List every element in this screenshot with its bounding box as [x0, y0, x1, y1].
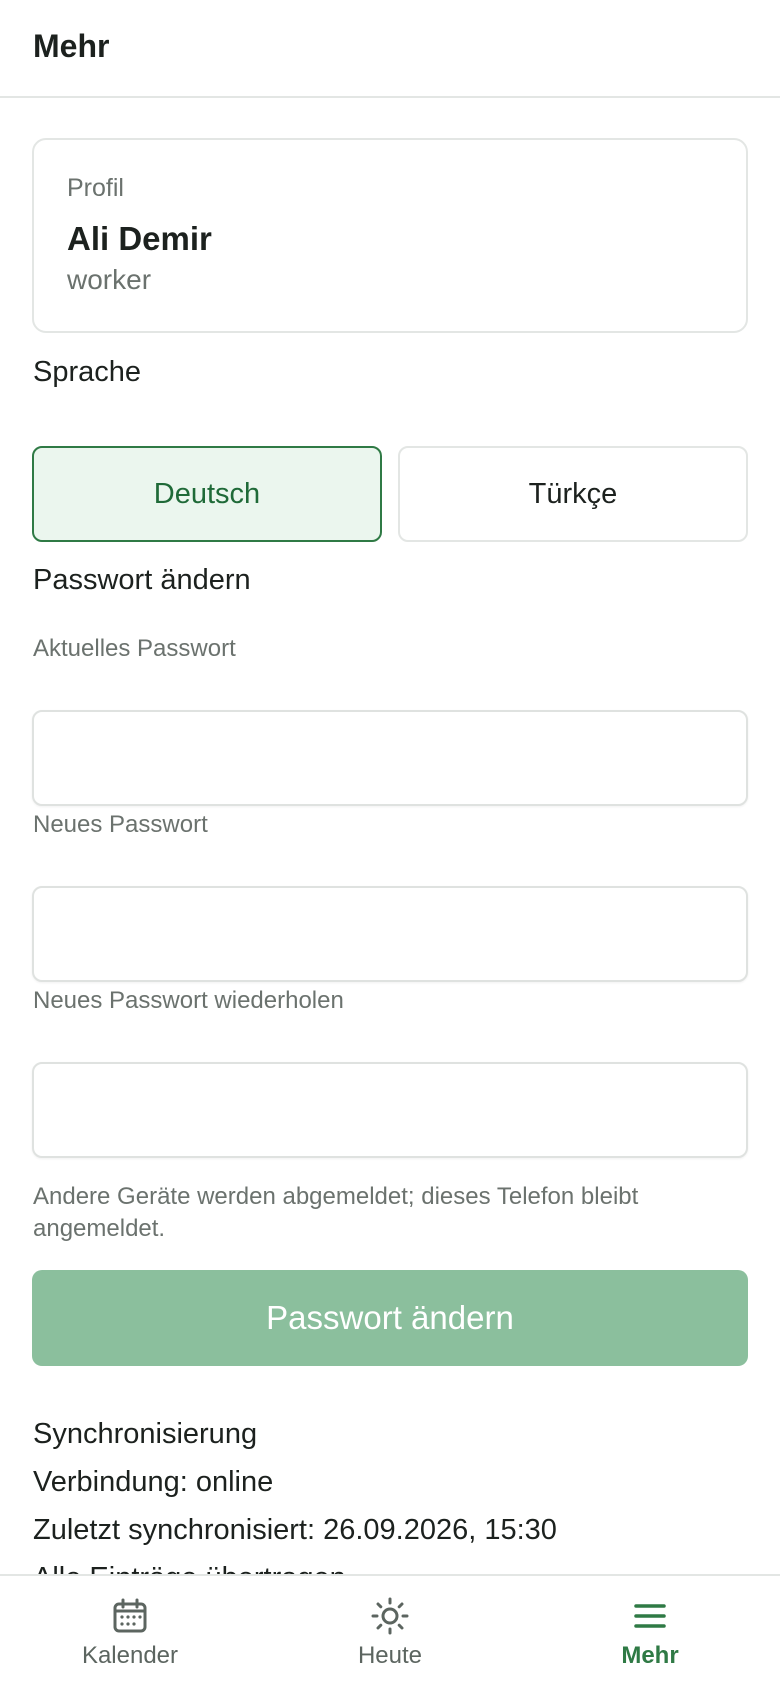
language-section-title: Sprache [33, 356, 142, 388]
sun-icon [371, 1597, 409, 1635]
sync-entries-status: Alle Einträge übertragen [33, 1562, 346, 1574]
language-option-deutsch[interactable]: Deutsch [32, 446, 382, 542]
bottom-tab-bar: Kalender Heute Mehr [0, 1574, 780, 1688]
password-section-title: Passwort ändern [33, 564, 251, 596]
repeat-password-field[interactable] [32, 1062, 748, 1158]
main-content[interactable]: Profil Ali Demir worker Sprache Deutsch … [0, 98, 780, 1574]
sync-section-title: Synchronisierung [33, 1418, 258, 1450]
tab-mehr[interactable]: Mehr [520, 1576, 780, 1688]
new-password-field[interactable] [32, 886, 748, 982]
calendar-icon [113, 1598, 147, 1633]
profile-label: Profil [67, 174, 124, 202]
top-header: Mehr [0, 0, 780, 98]
profile-role: worker [67, 264, 152, 295]
tab-kalender[interactable]: Kalender [0, 1576, 260, 1688]
sync-connection-status: Verbindung: online [33, 1466, 274, 1498]
sync-last-synced: Zuletzt synchronisiert: 26.09.2026, 15:3… [33, 1514, 557, 1546]
tab-heute-label: Heute [357, 1642, 423, 1669]
new-password-label: Neues Passwort [33, 811, 208, 838]
password-hint: Andere Geräte werden abgemeldet; dieses … [33, 1183, 639, 1242]
menu-icon [634, 1604, 666, 1628]
tab-heute[interactable]: Heute [260, 1576, 520, 1688]
profile-name: Ali Demir [67, 220, 212, 257]
current-password-field[interactable] [32, 710, 748, 806]
tab-mehr-label: Mehr [621, 1642, 679, 1669]
repeat-password-label: Neues Passwort wiederholen [33, 987, 344, 1014]
current-password-label: Aktuelles Passwort [33, 635, 236, 662]
tab-kalender-label: Kalender [81, 1642, 179, 1669]
language-option-tuerkce[interactable]: Türkçe [398, 446, 748, 542]
change-password-button[interactable]: Passwort ändern [32, 1270, 748, 1366]
profile-card: Profil Ali Demir worker [32, 138, 748, 333]
page-title: Mehr [33, 28, 110, 64]
